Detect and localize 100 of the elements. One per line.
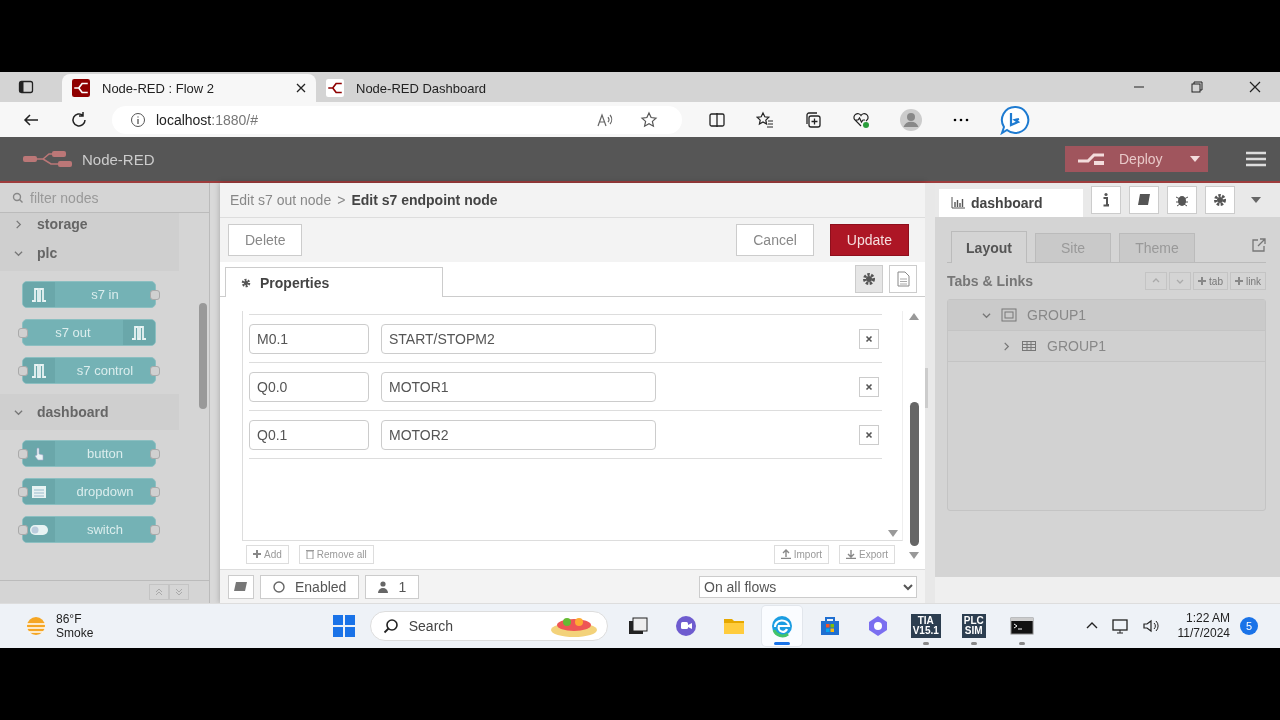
- cancel-button[interactable]: Cancel: [736, 224, 814, 256]
- gear-icon: [240, 276, 252, 289]
- search-field[interactable]: Search: [408, 618, 539, 634]
- browser-tab[interactable]: Node-RED Dashboard: [316, 74, 570, 102]
- flow-logo-icon: [72, 79, 90, 97]
- remove-all-button[interactable]: Remove all: [298, 544, 374, 564]
- category-header[interactable]: plc: [0, 235, 179, 271]
- remove-icon[interactable]: [859, 376, 879, 397]
- split-screen-icon[interactable]: [708, 110, 726, 129]
- remove-icon[interactable]: [859, 424, 879, 445]
- search-bar[interactable]: Search: [369, 611, 608, 641]
- favorites-icon[interactable]: [756, 110, 774, 129]
- scroll-up-icon[interactable]: [909, 313, 919, 320]
- name-field[interactable]: MOTOR1: [381, 371, 656, 402]
- tree-item[interactable]: GROUP1: [948, 300, 1265, 331]
- circle-icon: [273, 580, 285, 593]
- clock-time[interactable]: 1:22 AM: [1185, 611, 1230, 626]
- scroll-down-icon[interactable]: [888, 530, 898, 537]
- search-icon: [382, 618, 399, 634]
- video-chat-icon: [673, 614, 698, 638]
- info-icon[interactable]: [130, 111, 146, 128]
- chevron-down-icon[interactable]: [14, 407, 23, 417]
- clock-date[interactable]: 11/7/2024: [1177, 626, 1230, 641]
- star-icon[interactable]: [640, 110, 658, 129]
- search-icon: [12, 191, 24, 204]
- heart-pulse-icon[interactable]: [852, 110, 870, 129]
- app-icon-label: PLC SIM: [961, 614, 986, 638]
- add-button[interactable]: Add: [246, 544, 289, 564]
- filter-field[interactable]: filter nodes: [30, 189, 180, 206]
- dashboard-tab[interactable]: dashboard: [939, 189, 1083, 217]
- pulse-icon: [31, 286, 47, 303]
- notification-badge[interactable]: 5: [1240, 617, 1258, 635]
- chat-bubble-icon[interactable]: [1000, 104, 1030, 135]
- start-icon[interactable]: [331, 614, 356, 638]
- address-field[interactable]: Q0.1: [249, 419, 369, 450]
- bug-icon[interactable]: [1167, 186, 1197, 214]
- taskbar-app[interactable]: TIA V15.1: [905, 606, 946, 646]
- volume-icon[interactable]: [1141, 617, 1160, 635]
- import-button[interactable]: Import: [773, 544, 830, 564]
- remove-icon[interactable]: [859, 328, 879, 349]
- upload-icon: [780, 549, 791, 559]
- scroll-down-icon[interactable]: [909, 552, 919, 559]
- breadcrumb-link[interactable]: Edit s7 out node: [230, 192, 332, 208]
- export-button[interactable]: Export: [839, 544, 895, 564]
- address-field[interactable]: Q0.0: [249, 371, 369, 402]
- breadcrumb-title: Edit s7 endpoint node: [351, 192, 498, 208]
- delete-button[interactable]: Delete: [228, 224, 303, 256]
- avatar-icon[interactable]: [900, 108, 922, 131]
- table-icon: [1021, 338, 1037, 354]
- sub-tab[interactable]: Layout: [951, 231, 1027, 263]
- weather-icon: [24, 614, 48, 638]
- category-header[interactable]: dashboard: [0, 394, 179, 430]
- add-tab-button[interactable]: tab: [1193, 272, 1228, 290]
- close-icon[interactable]: [296, 83, 306, 93]
- book-icon[interactable]: [228, 574, 254, 599]
- download-icon: [846, 549, 857, 559]
- chevron-right-icon[interactable]: [14, 219, 23, 229]
- settings-icon[interactable]: [1205, 186, 1235, 214]
- list-icon: [31, 483, 47, 500]
- category-header[interactable]: storage: [0, 213, 179, 235]
- chevron-right-icon[interactable]: [1002, 341, 1011, 351]
- book-icon[interactable]: [1129, 186, 1159, 214]
- update-button[interactable]: Update: [829, 224, 909, 256]
- breadcrumb-separator: >: [337, 192, 346, 208]
- menu-icon[interactable]: [1246, 151, 1266, 167]
- plus-icon: [1198, 277, 1207, 285]
- scroll-thumb[interactable]: [909, 402, 919, 546]
- properties-tab[interactable]: Properties: [225, 267, 443, 297]
- app-icon-label: TIA V15.1: [910, 614, 941, 638]
- scope-dropdown[interactable]: On all flows: [699, 575, 917, 598]
- pulse-icon: [131, 324, 147, 341]
- bar-chart-icon: [951, 197, 965, 209]
- settings-icon[interactable]: [855, 265, 883, 293]
- plus-icon: [1235, 277, 1243, 285]
- plus-icon: [253, 550, 261, 558]
- chevron-down-icon[interactable]: [982, 310, 991, 320]
- refresh-icon[interactable]: [70, 110, 88, 129]
- address-field[interactable]: M0.1: [249, 323, 369, 354]
- close-icon[interactable]: [1249, 81, 1261, 93]
- collections-icon[interactable]: [804, 110, 822, 129]
- enabled-toggle[interactable]: Enabled: [260, 574, 360, 599]
- external-link-icon[interactable]: [1252, 237, 1266, 252]
- tab-actions-icon[interactable]: [18, 79, 34, 95]
- users-button[interactable]: 1: [365, 574, 420, 599]
- restore-icon[interactable]: [1191, 81, 1203, 93]
- network-icon[interactable]: [1111, 617, 1130, 635]
- name-field[interactable]: START/STOPM2: [381, 323, 656, 354]
- flow-logo-icon: [326, 79, 344, 97]
- frame-icon: [1001, 307, 1017, 323]
- name-field[interactable]: MOTOR2: [381, 419, 656, 450]
- browser-tab[interactable]: Node-RED : Flow 2: [62, 74, 316, 102]
- weather-condition: Smoke: [56, 626, 94, 640]
- caret-icon[interactable]: [1251, 197, 1261, 203]
- taskbar-app[interactable]: PLC SIM: [953, 606, 994, 646]
- caret-icon[interactable]: [1190, 156, 1200, 162]
- logo-icon: [22, 150, 74, 168]
- address-field[interactable]: localhost:1880/#: [112, 105, 682, 134]
- chevron-down-icon[interactable]: [14, 248, 23, 258]
- deploy-button[interactable]: Deploy: [1065, 146, 1208, 172]
- add-link-button[interactable]: link: [1230, 272, 1266, 290]
